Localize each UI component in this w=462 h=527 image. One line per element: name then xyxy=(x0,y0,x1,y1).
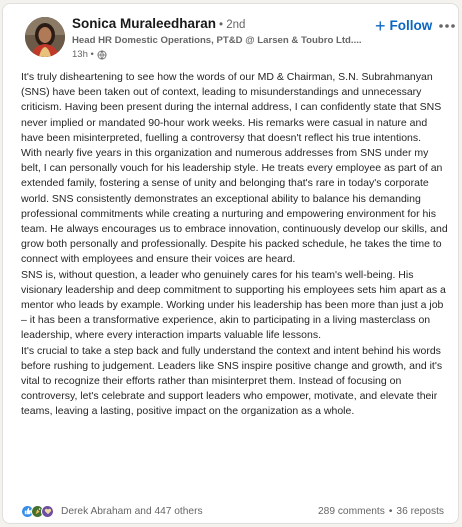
reposts-count[interactable]: 36 reposts xyxy=(396,506,444,517)
count-separator: • xyxy=(388,505,393,517)
post-card: Sonica Muraleedharan • 2nd Head HR Domest… xyxy=(2,3,459,524)
author-name[interactable]: Sonica Muraleedharan xyxy=(72,16,216,31)
connection-degree: • 2nd xyxy=(219,19,246,31)
post-paragraph: It's truly disheartening to see how the … xyxy=(21,71,442,144)
post-time: 13h • xyxy=(72,49,94,60)
post-body: It's truly disheartening to see how the … xyxy=(21,70,449,420)
engagement-counts: 289 comments • 36 reposts xyxy=(318,506,444,517)
comments-count[interactable]: 289 comments xyxy=(318,506,385,517)
follow-label: Follow xyxy=(389,18,433,33)
profile-photo xyxy=(25,17,65,57)
globe-icon xyxy=(97,50,107,60)
ellipsis-icon[interactable] xyxy=(437,18,457,34)
post-paragraph: SNS is, without question, a leader who g… xyxy=(21,268,446,342)
post-paragraph: It's crucial to take a step back and ful… xyxy=(21,344,443,418)
author-name-line: Sonica Muraleedharan • 2nd xyxy=(72,16,245,31)
support-reaction-icon xyxy=(41,504,54,518)
plus-icon: + xyxy=(375,15,386,36)
post-header: Sonica Muraleedharan • 2nd Head HR Domest… xyxy=(15,12,455,62)
reactors-count[interactable]: Derek Abraham and 447 others xyxy=(61,506,203,517)
reaction-icons[interactable] xyxy=(21,504,54,518)
author-headline: Head HR Domestic Operations, PT&D @ Lars… xyxy=(72,35,362,46)
follow-button[interactable]: + Follow xyxy=(375,15,433,36)
post-timestamp: 13h • xyxy=(72,49,107,60)
avatar[interactable] xyxy=(25,17,65,57)
social-counts: Derek Abraham and 447 others 289 comment… xyxy=(21,503,444,519)
post-paragraph: With nearly five years in this organizat… xyxy=(21,147,448,266)
